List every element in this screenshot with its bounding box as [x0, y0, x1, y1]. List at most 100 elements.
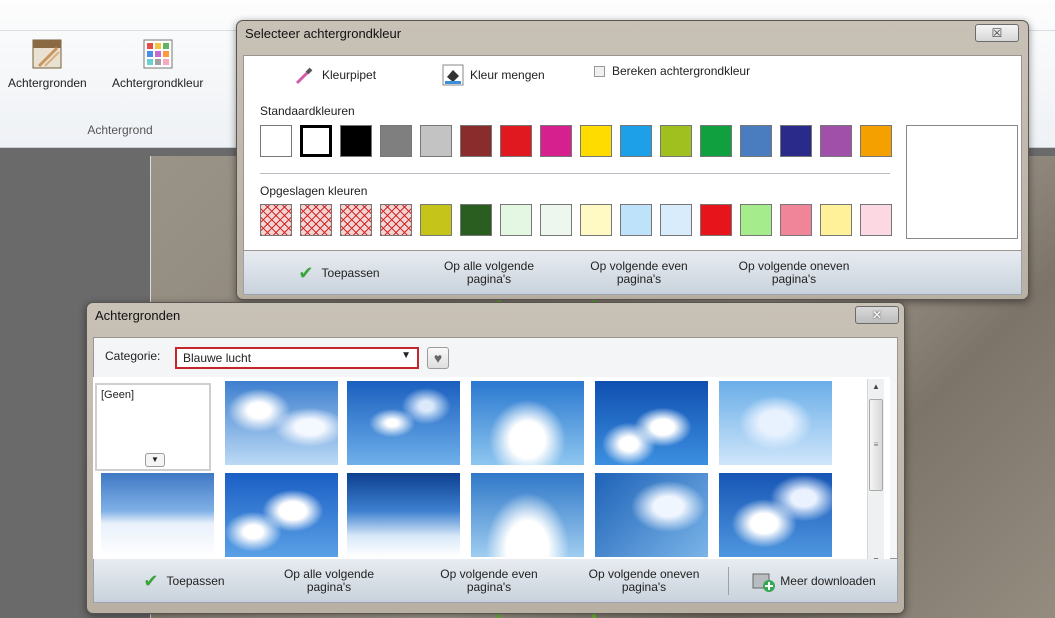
- checkbox-icon: [594, 65, 605, 77]
- sky-thumbnail-6[interactable]: [101, 473, 214, 557]
- backgrounds-button[interactable]: Achtergronden: [8, 38, 87, 90]
- divider: [260, 173, 890, 174]
- chevron-down-icon: ▼: [401, 350, 411, 361]
- standard-color-swatch[interactable]: [340, 125, 372, 157]
- saved-color-swatch[interactable]: [740, 204, 772, 236]
- apply-all-next-button[interactable]: Op alle volgende pagina's: [429, 251, 549, 295]
- saved-color-swatch[interactable]: [500, 204, 532, 236]
- standard-color-swatch[interactable]: [420, 125, 452, 157]
- scroll-thumb[interactable]: ≡: [869, 399, 883, 491]
- backgrounds-dialog: Achtergronden ✕ Categorie: Blauwe lucht …: [86, 302, 905, 614]
- standard-color-swatch[interactable]: [580, 125, 612, 157]
- close-icon: ✕: [871, 308, 883, 322]
- apply-label: Toepassen: [166, 573, 225, 588]
- paint-bucket-icon: [442, 64, 464, 86]
- backgrounds-dialog-title: Achtergronden: [95, 308, 181, 323]
- category-value: Blauwe lucht: [183, 351, 252, 365]
- saved-color-swatch[interactable]: [340, 204, 372, 236]
- apply-button[interactable]: ✔ Toepassen: [284, 251, 394, 295]
- sky-thumbnail-8[interactable]: [347, 473, 460, 557]
- compute-bgcolor-checkbox[interactable]: Bereken achtergrondkleur: [594, 64, 750, 78]
- apply-next-even-button[interactable]: Op volgende even pagina's: [429, 559, 549, 603]
- standard-colors-label: Standaardkleuren: [260, 104, 355, 118]
- sky-thumbnail-1[interactable]: [225, 381, 338, 465]
- apply-next-even-button[interactable]: Op volgende even pagina's: [579, 251, 699, 295]
- saved-color-swatch[interactable]: [700, 204, 732, 236]
- footer-separator: [728, 567, 729, 595]
- selected-color-swatch[interactable]: [300, 125, 332, 157]
- sky-thumbnail-2[interactable]: [347, 381, 460, 465]
- saved-colors-label: Opgeslagen kleuren: [260, 184, 368, 198]
- vertical-scrollbar[interactable]: ▲ ≡ ▼: [867, 379, 884, 569]
- bgcolor-icon: [142, 38, 174, 70]
- sky-thumbnail-10[interactable]: [595, 473, 708, 557]
- saved-color-swatch[interactable]: [380, 204, 412, 236]
- standard-color-swatch[interactable]: [660, 125, 692, 157]
- standard-color-swatch[interactable]: [260, 125, 292, 157]
- saved-color-swatch[interactable]: [860, 204, 892, 236]
- mix-color-button[interactable]: Kleur mengen: [442, 64, 545, 86]
- chevron-down-icon[interactable]: ▼: [145, 453, 165, 467]
- saved-color-swatch[interactable]: [420, 204, 452, 236]
- compute-bgcolor-label: Bereken achtergrondkleur: [612, 64, 751, 78]
- eyedropper-icon: [295, 67, 313, 85]
- standard-color-swatch[interactable]: [620, 125, 652, 157]
- standard-color-swatch[interactable]: [460, 125, 492, 157]
- heart-icon: ♥: [433, 350, 443, 366]
- none-label: [Geen]: [101, 389, 135, 401]
- apply-next-odd-button[interactable]: Op volgende oneven pagina's: [579, 559, 709, 603]
- close-icon: ☒: [991, 26, 1003, 40]
- standard-color-swatch[interactable]: [780, 125, 812, 157]
- backgrounds-dialog-footer: ✔ Toepassen Op alle volgende pagina's Op …: [93, 559, 898, 603]
- sky-thumbnail-4[interactable]: [595, 381, 708, 465]
- checkmark-icon: ✔: [143, 570, 159, 591]
- close-button[interactable]: ☒: [975, 24, 1019, 42]
- category-label: Categorie:: [105, 349, 161, 363]
- standard-color-swatch[interactable]: [500, 125, 532, 157]
- color-dialog: Selecteer achtergrondkleur ☒ Kleurpipet …: [236, 20, 1029, 300]
- more-download-button[interactable]: Meer downloaden: [734, 559, 894, 603]
- puzzle-download-icon: [752, 573, 776, 592]
- eyedropper-label: Kleurpipet: [322, 68, 377, 82]
- backgrounds-label: Achtergronden: [8, 76, 87, 90]
- apply-next-odd-button[interactable]: Op volgende oneven pagina's: [729, 251, 859, 295]
- scroll-up-icon[interactable]: ▲: [868, 379, 884, 395]
- bgcolor-button[interactable]: Achtergrondkleur: [112, 38, 203, 90]
- sky-thumbnail-5[interactable]: [719, 381, 832, 465]
- bgcolor-label: Achtergrondkleur: [112, 76, 204, 90]
- saved-color-swatch[interactable]: [300, 204, 332, 236]
- saved-color-swatch[interactable]: [820, 204, 852, 236]
- apply-all-next-button[interactable]: Op alle volgende pagina's: [269, 559, 389, 603]
- saved-color-swatch[interactable]: [780, 204, 812, 236]
- color-dialog-title: Selecteer achtergrondkleur: [245, 26, 402, 41]
- backgrounds-icon: [31, 38, 63, 70]
- sky-thumbnail-11[interactable]: [719, 473, 832, 557]
- standard-color-swatch[interactable]: [700, 125, 732, 157]
- favorite-button[interactable]: ♥: [427, 347, 449, 369]
- standard-color-swatch[interactable]: [860, 125, 892, 157]
- saved-color-swatch[interactable]: [460, 204, 492, 236]
- mix-color-label: Kleur mengen: [470, 68, 545, 82]
- none-thumbnail[interactable]: [Geen] ▼: [95, 383, 211, 471]
- standard-color-swatch[interactable]: [820, 125, 852, 157]
- eyedropper-button[interactable]: Kleurpipet: [294, 64, 376, 86]
- color-dialog-footer: ✔ Toepassen Op alle volgende pagina's Op …: [243, 251, 1022, 295]
- saved-color-swatch[interactable]: [260, 204, 292, 236]
- more-download-label: Meer downloaden: [780, 573, 876, 588]
- color-preview: [906, 125, 1018, 239]
- saved-color-swatch[interactable]: [540, 204, 572, 236]
- close-button[interactable]: ✕: [855, 306, 899, 324]
- color-dialog-body: Kleurpipet Kleur mengen Bereken achtergr…: [243, 55, 1022, 251]
- category-select[interactable]: Blauwe lucht ▼: [175, 347, 419, 369]
- standard-color-swatch[interactable]: [740, 125, 772, 157]
- apply-button[interactable]: ✔ Toepassen: [124, 559, 244, 603]
- sky-thumbnail-7[interactable]: [225, 473, 338, 557]
- ribbon-group-label: Achtergrond: [87, 123, 153, 137]
- sky-thumbnail-3[interactable]: [471, 381, 584, 465]
- saved-color-swatch[interactable]: [620, 204, 652, 236]
- sky-thumbnail-9[interactable]: [471, 473, 584, 557]
- saved-color-swatch[interactable]: [660, 204, 692, 236]
- standard-color-swatch[interactable]: [540, 125, 572, 157]
- standard-color-swatch[interactable]: [380, 125, 412, 157]
- saved-color-swatch[interactable]: [580, 204, 612, 236]
